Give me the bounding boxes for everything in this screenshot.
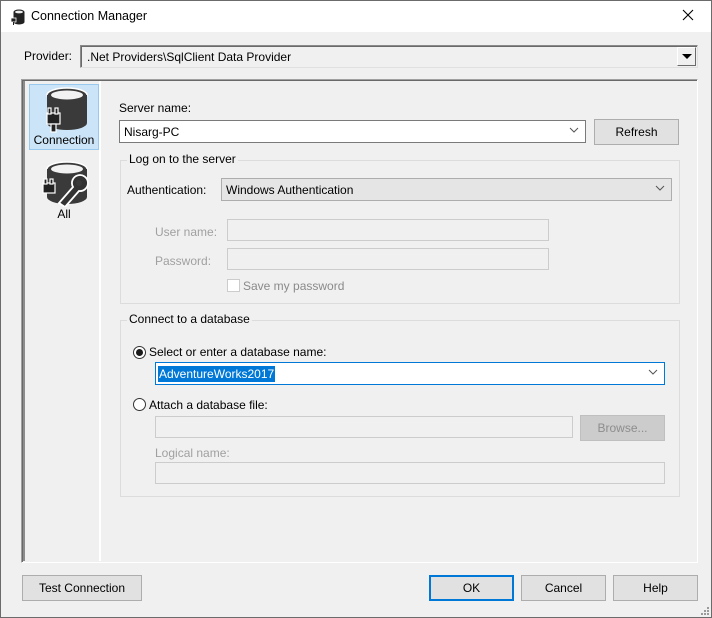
server-name-label: Server name: [119,101,192,115]
database-plug-wrench-icon [29,161,99,207]
nav-panel: Connection All [23,81,101,561]
database-icon [10,9,25,25]
authentication-select[interactable]: Windows Authentication [221,178,672,201]
select-database-label: Select or enter a database name: [149,345,327,359]
database-plug-icon [30,87,98,133]
resize-grip-icon[interactable] [699,605,709,615]
title-bar: Connection Manager [1,1,711,32]
connection-manager-window: Connection Manager Provider: .Net Provid… [0,0,712,618]
authentication-value: Windows Authentication [226,183,354,197]
database-name-value: AdventureWorks2017 [158,366,276,382]
dropdown-arrow-icon [681,54,692,59]
username-label: User name: [155,225,218,239]
chevron-down-icon [655,185,665,191]
server-name-value: Nisarg-PC [124,125,180,139]
username-input[interactable] [227,219,549,241]
nav-item-connection[interactable]: Connection [29,84,99,150]
attach-database-radio[interactable] [133,398,146,411]
logical-name-input[interactable] [155,462,665,484]
provider-value: .Net Providers\SqlClient Data Provider [87,50,292,64]
attach-file-input[interactable] [155,416,573,438]
chevron-down-icon [648,369,658,375]
help-button[interactable]: Help [613,575,698,601]
server-name-combo[interactable]: Nisarg-PC [119,120,586,143]
close-icon [682,9,694,24]
save-password-checkbox[interactable] [227,279,240,292]
save-password-label: Save my password [243,279,345,293]
ok-button[interactable]: OK [429,575,514,601]
refresh-button[interactable]: Refresh [594,119,679,145]
password-input[interactable] [227,248,549,270]
database-name-combo[interactable]: AdventureWorks2017 [155,362,665,385]
test-connection-button[interactable]: Test Connection [22,575,142,601]
nav-item-all[interactable]: All [29,159,99,225]
logical-name-label: Logical name: [155,446,230,460]
provider-select[interactable]: .Net Providers\SqlClient Data Provider [80,45,698,68]
authentication-label: Authentication: [127,183,207,197]
cancel-button[interactable]: Cancel [521,575,606,601]
select-database-radio[interactable] [133,346,146,359]
provider-dropdown-button[interactable] [677,47,696,66]
nav-item-connection-label: Connection [33,133,95,147]
password-label: Password: [155,254,212,268]
attach-database-label: Attach a database file: [149,398,268,412]
close-button[interactable] [665,1,711,32]
nav-item-all-label: All [57,207,71,221]
database-group-title: Connect to a database [127,312,252,326]
browse-button[interactable]: Browse... [580,415,665,441]
chevron-down-icon [569,127,579,133]
logon-group-title: Log on to the server [127,152,238,166]
window-title: Connection Manager [31,9,148,23]
provider-label: Provider: [24,49,73,63]
